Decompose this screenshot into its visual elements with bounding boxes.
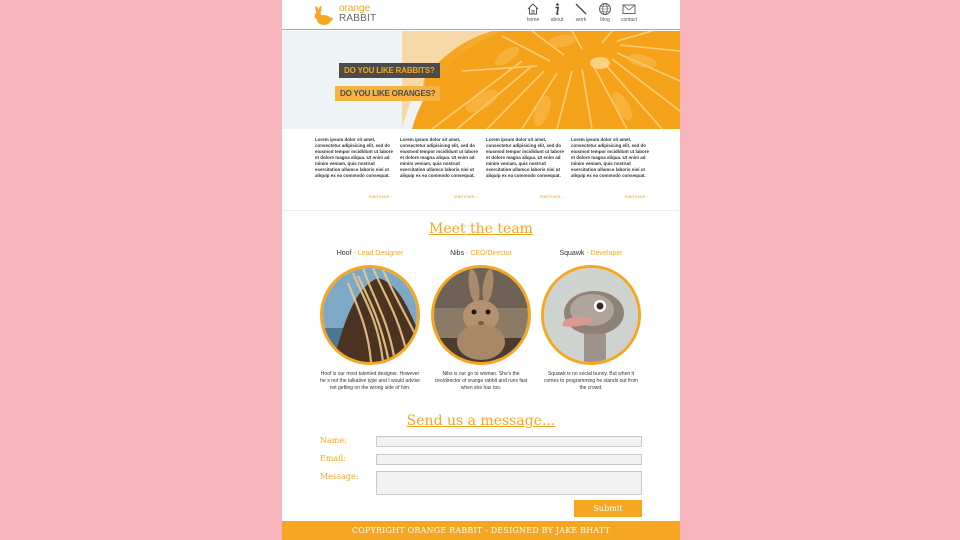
message-label: Message:	[320, 472, 359, 481]
nav-home[interactable]: home	[522, 2, 544, 26]
nav-blog-label: blog	[600, 17, 610, 23]
ostrich-image	[544, 268, 638, 362]
member-role: Lead Designer	[357, 250, 404, 257]
hero-question-oranges: DO YOU LIKE ORANGES?	[335, 86, 441, 101]
rabbit-logo-icon	[314, 6, 333, 25]
site-header: orange RABBIT home about work blog conta…	[282, 0, 680, 30]
member-description: Nibs is our go to woman. She's the ceo/d…	[434, 371, 528, 391]
envelope-icon	[622, 4, 636, 14]
read-more-link[interactable]: read more...	[369, 194, 393, 199]
team-member-squawk: Squawk - Developer Squawk is no social b…	[535, 250, 647, 392]
read-more-link[interactable]: read more...	[540, 194, 564, 199]
submit-button[interactable]: Submit	[574, 500, 642, 517]
hero-banner: DO YOU LIKE RABBITS? DO YOU LIKE ORANGES…	[282, 31, 680, 129]
contact-heading: Send us a message...	[406, 413, 556, 429]
column-text: Lorem ipsum dolor sit amet, consectetur …	[400, 137, 479, 178]
rabbit-photo	[431, 265, 531, 365]
member-role: CEO/Director	[470, 250, 512, 257]
name-field[interactable]	[376, 436, 642, 447]
divider	[282, 210, 680, 211]
column-text: Lorem ipsum dolor sit amet, consectetur …	[486, 137, 565, 178]
read-more-link[interactable]: read more...	[625, 194, 649, 199]
nav-work[interactable]: work	[570, 2, 592, 26]
orange-slice-image	[282, 31, 680, 129]
nav-work-label: work	[575, 17, 587, 23]
team-heading: Meet the team	[429, 221, 533, 237]
ostrich-photo	[541, 265, 641, 365]
member-description: Hoof is our most talented designer. Howe…	[320, 371, 420, 391]
nav-contact[interactable]: contact	[618, 2, 640, 26]
email-label: Email:	[320, 454, 347, 463]
team-member-hoof: Hoof - Lead Designer Hoof is our most ta…	[314, 250, 426, 392]
nav-about[interactable]: about	[546, 2, 568, 26]
member-description: Squawk is no social bunny. But when it c…	[544, 371, 638, 391]
column-text: Lorem ipsum dolor sit amet, consectetur …	[571, 137, 650, 178]
main-nav: home about work blog contact	[522, 2, 640, 26]
member-name-text: Squawk	[559, 250, 585, 257]
email-field[interactable]	[376, 454, 642, 465]
member-name: Hoof - Lead Designer	[314, 250, 426, 257]
column-text: Lorem ipsum dolor sit amet, consectetur …	[315, 137, 394, 178]
read-more-link[interactable]: read more...	[454, 194, 478, 199]
horse-photo	[320, 265, 420, 365]
intro-column: Lorem ipsum dolor sit amet, consectetur …	[315, 137, 393, 203]
intro-column: Lorem ipsum dolor sit amet, consectetur …	[486, 137, 564, 203]
nav-contact-label: contact	[620, 17, 638, 23]
nav-about-label: about	[550, 17, 564, 23]
member-role: Developer	[590, 250, 623, 257]
intro-column: Lorem ipsum dolor sit amet, consectetur …	[400, 137, 478, 203]
member-name: Nibs - CEO/Director	[425, 250, 537, 257]
nav-home-label: home	[526, 17, 540, 23]
info-icon	[555, 3, 560, 15]
page-container: orange RABBIT home about work blog conta…	[282, 0, 680, 540]
member-name-text: Nibs	[450, 250, 465, 257]
rabbit-image	[434, 268, 528, 362]
logo-text-rabbit: RABBIT	[339, 13, 377, 24]
member-name-text: Hoof	[336, 250, 352, 257]
pencil-icon	[575, 3, 587, 15]
globe-icon	[599, 3, 611, 15]
home-icon	[527, 3, 539, 15]
nav-blog[interactable]: blog	[594, 2, 616, 26]
member-name: Squawk - Developer	[535, 250, 647, 257]
team-member-nibs: Nibs - CEO/Director Nibs is our go to wo…	[425, 250, 537, 392]
hero-question-rabbits: DO YOU LIKE RABBITS?	[339, 63, 440, 78]
site-footer: COPYRIGHT ORANGE RABBIT - DESIGNED BY JA…	[282, 521, 680, 540]
intro-column: Lorem ipsum dolor sit amet, consectetur …	[571, 137, 649, 203]
message-field[interactable]	[376, 471, 642, 495]
name-label: Name:	[320, 436, 347, 445]
intro-columns: Lorem ipsum dolor sit amet, consectetur …	[315, 137, 655, 203]
horse-image	[323, 268, 417, 362]
